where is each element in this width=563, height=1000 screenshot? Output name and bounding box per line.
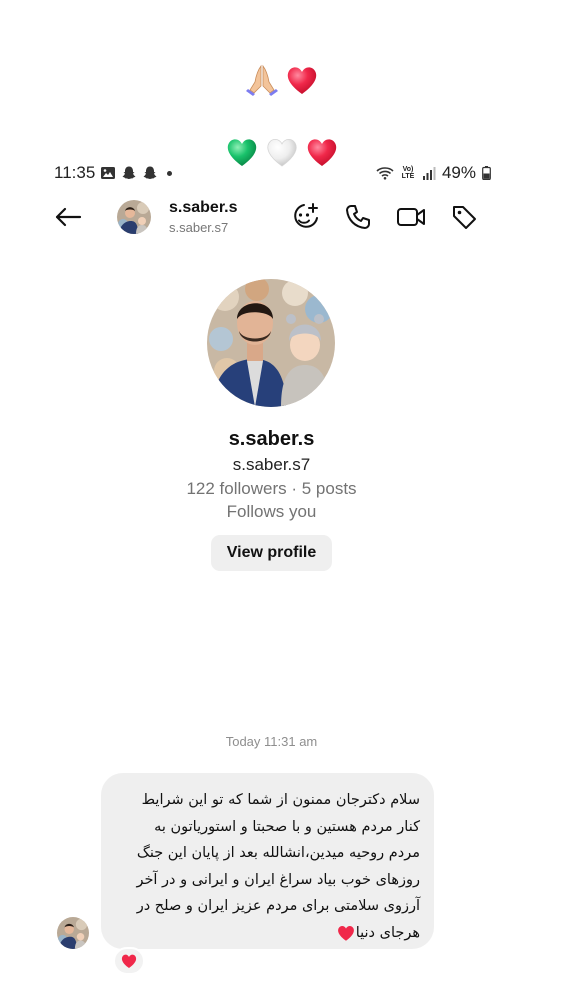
avatar-photo-icon [57,917,89,949]
folded-hands-icon [244,62,280,98]
wifi-icon [376,167,394,180]
header-name[interactable]: s.saber.s [169,199,238,217]
view-profile-button[interactable]: View profile [211,535,332,571]
snapchat-icon [122,166,136,179]
network-type: Vo) LTE [401,166,415,180]
video-call-button[interactable] [394,200,428,234]
back-button[interactable] [52,202,84,232]
status-notification-icons [100,165,172,181]
profile-handle: s.saber.s7 [232,455,311,474]
message-bubble[interactable]: سلام دکترجان ممنون از شما که تو این شرای… [101,773,434,949]
phone-icon [346,205,370,229]
avatar-photo-icon [117,200,151,234]
status-bar: 11:35 Vo) LTE 49% [0,160,563,186]
status-right: Vo) LTE 49% [376,163,491,183]
red-heart-icon [337,925,354,941]
signal-icon [422,166,436,180]
add-sticker-icon [294,203,318,228]
profile-avatar[interactable] [207,279,335,407]
battery-percent: 49% [441,163,476,182]
status-time: 11:35 [54,163,96,182]
voice-call-button[interactable] [341,200,375,234]
chat-header: s.saber.s s.saber.s7 [0,192,563,242]
gallery-icon [101,167,115,179]
red-heart-icon [287,67,316,94]
message-timestamp: Today 11:31 am [225,734,318,749]
red-heart-icon [121,954,137,968]
arrow-left-icon [55,207,82,227]
follows-you-label: Follows you [226,502,317,521]
profile-name: s.saber.s [228,428,315,450]
header-handle: s.saber.s7 [169,220,229,235]
video-icon [397,208,425,226]
message-text: سلام دکترجان ممنون از شما که تو این شرای… [136,792,420,941]
notification-dot-icon [167,170,172,176]
snapchat-icon [143,166,157,179]
message-reaction[interactable] [113,947,145,975]
sticker-button[interactable] [288,200,322,234]
tag-icon [453,206,476,229]
tag-button[interactable] [447,200,481,234]
sender-avatar[interactable] [57,917,89,949]
header-actions [288,200,481,234]
header-avatar[interactable] [117,200,151,234]
avatar-photo-icon [207,279,335,407]
profile-stats: 122 followers · 5 posts [186,479,357,498]
battery-icon [482,166,491,180]
overlay-emoji-row-1 [0,62,563,98]
